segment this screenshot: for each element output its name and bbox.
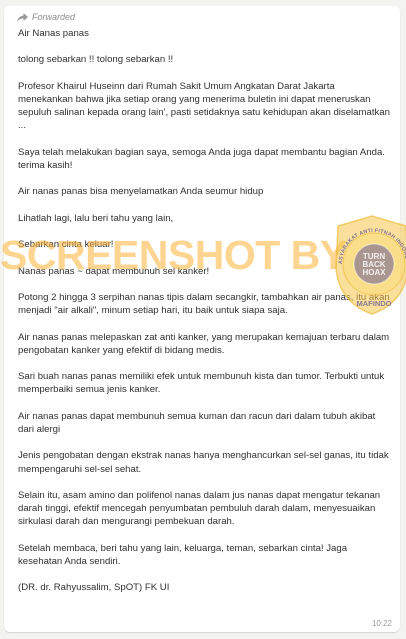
message-text: Air Nanas panas tolong sebarkan !! tolon… xyxy=(14,27,390,595)
message-paragraph: tolong sebarkan !! tolong sebarkan !! xyxy=(18,54,174,66)
message-paragraph: Saya telah melakukan bagian saya, semoga… xyxy=(18,146,388,171)
message-paragraph: Lihatlah lagi, lalu beri tahu yang lain, xyxy=(18,212,174,224)
message-paragraph: Potong 2 hingga 3 serpihan nanas tipis d… xyxy=(18,291,393,317)
message-bubble[interactable]: Forwarded Air Nanas panas tolong sebarka… xyxy=(4,6,400,632)
message-paragraph: Sebarkan cinta keluar! xyxy=(18,239,114,251)
message-paragraph: Profesor Khairul Huseinn dari Rumah Saki… xyxy=(18,80,393,132)
message-timestamp: 10:22 xyxy=(371,619,392,628)
message-paragraph: Selain itu, asam amino dan polifenol nan… xyxy=(18,489,383,528)
message-paragraph: Sari buah nanas panas memiliki efek untu… xyxy=(18,371,387,396)
forward-arrow-icon xyxy=(17,12,28,22)
message-paragraph: Air Nanas panas xyxy=(18,28,89,39)
message-paragraph: Air nanas panas melepaskan zat anti kank… xyxy=(18,331,392,356)
message-paragraph: Setelah membaca, beri tahu yang lain, ke… xyxy=(18,542,350,567)
message-paragraph: Jenis pengobatan dengan ekstrak nanas ha… xyxy=(18,450,392,475)
message-paragraph: Air nanas panas bisa menyelamatkan Anda … xyxy=(18,186,264,198)
forwarded-text: Forwarded xyxy=(32,12,76,22)
message-paragraph: Air nanas panas dapat membunuh semua kum… xyxy=(18,410,378,435)
message-paragraph: (DR. dr. Rahyussalim, SpOT) FK UI xyxy=(18,582,170,594)
forwarded-label: Forwarded xyxy=(17,11,390,23)
message-paragraph: Nanas panas ~ dapat membunuh sel kanker! xyxy=(18,265,210,277)
